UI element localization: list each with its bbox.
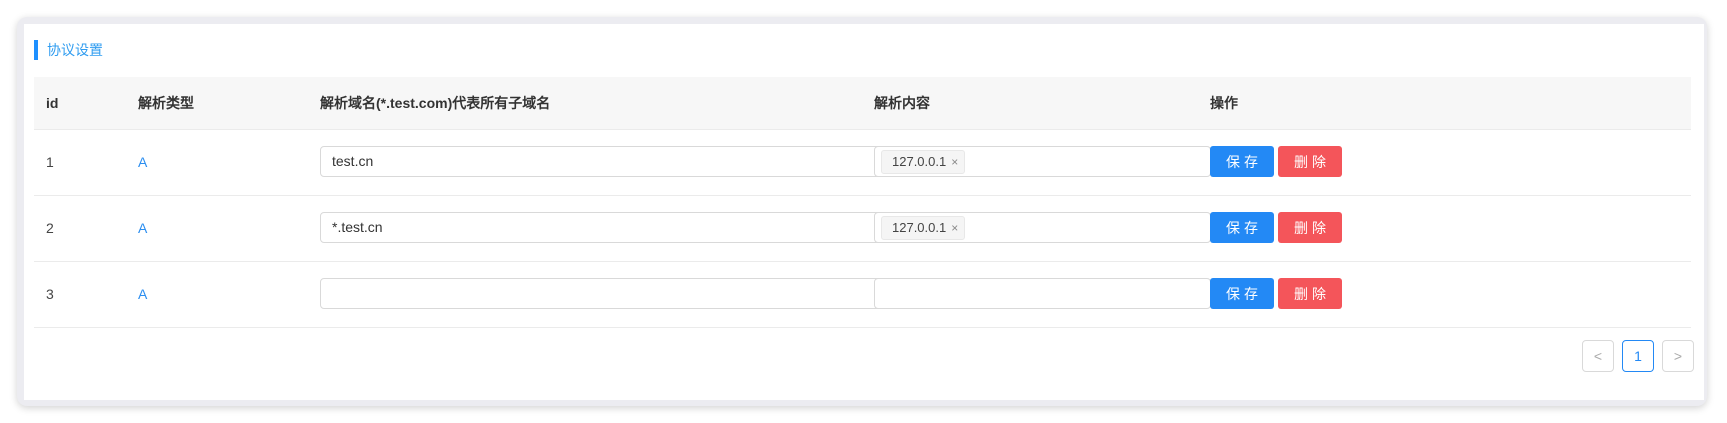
header-actions: 操作	[1210, 95, 1238, 111]
content-input[interactable]: 127.0.0.1 ×	[874, 146, 1211, 177]
table-row: 3 A 保存 删除	[34, 262, 1691, 328]
save-button[interactable]: 保存	[1210, 146, 1274, 177]
section-title: 协议设置	[34, 40, 103, 60]
delete-button[interactable]: 删除	[1278, 212, 1342, 243]
ip-tag-label: 127.0.0.1	[892, 220, 947, 235]
delete-button[interactable]: 删除	[1278, 278, 1342, 309]
header-content: 解析内容	[874, 95, 930, 111]
save-button[interactable]: 保存	[1210, 278, 1274, 309]
record-type-link[interactable]: A	[138, 130, 147, 195]
record-type-link[interactable]: A	[138, 262, 147, 327]
close-icon[interactable]: ×	[951, 221, 958, 235]
close-icon[interactable]: ×	[951, 155, 958, 169]
ip-tag: 127.0.0.1 ×	[881, 150, 966, 174]
row-id: 3	[46, 286, 54, 302]
content-input[interactable]	[874, 278, 1211, 309]
table-header: id 解析类型 解析域名(*.test.com)代表所有子域名 解析内容 操作	[34, 77, 1691, 130]
header-type: 解析类型	[138, 95, 194, 111]
ip-tag-label: 127.0.0.1	[892, 154, 947, 169]
domain-input[interactable]: *.test.cn	[320, 212, 899, 243]
row-id: 2	[46, 220, 54, 236]
pagination-page-1[interactable]: 1	[1622, 340, 1654, 372]
record-type-link[interactable]: A	[138, 196, 147, 261]
row-id: 1	[46, 154, 54, 170]
table-row: 1 A test.cn 127.0.0.1 × 保存 删除	[34, 130, 1691, 196]
delete-button[interactable]: 删除	[1278, 146, 1342, 177]
save-button[interactable]: 保存	[1210, 212, 1274, 243]
header-id: id	[46, 95, 59, 111]
domain-input[interactable]: test.cn	[320, 146, 899, 177]
pagination-prev-button[interactable]: <	[1582, 340, 1614, 372]
ip-tag: 127.0.0.1 ×	[881, 216, 966, 240]
pagination-next-button[interactable]: >	[1662, 340, 1694, 372]
content-input[interactable]: 127.0.0.1 ×	[874, 212, 1211, 243]
domain-input[interactable]	[320, 278, 899, 309]
table-row: 2 A *.test.cn 127.0.0.1 × 保存 删除	[34, 196, 1691, 262]
header-domain: 解析域名(*.test.com)代表所有子域名	[320, 95, 551, 111]
